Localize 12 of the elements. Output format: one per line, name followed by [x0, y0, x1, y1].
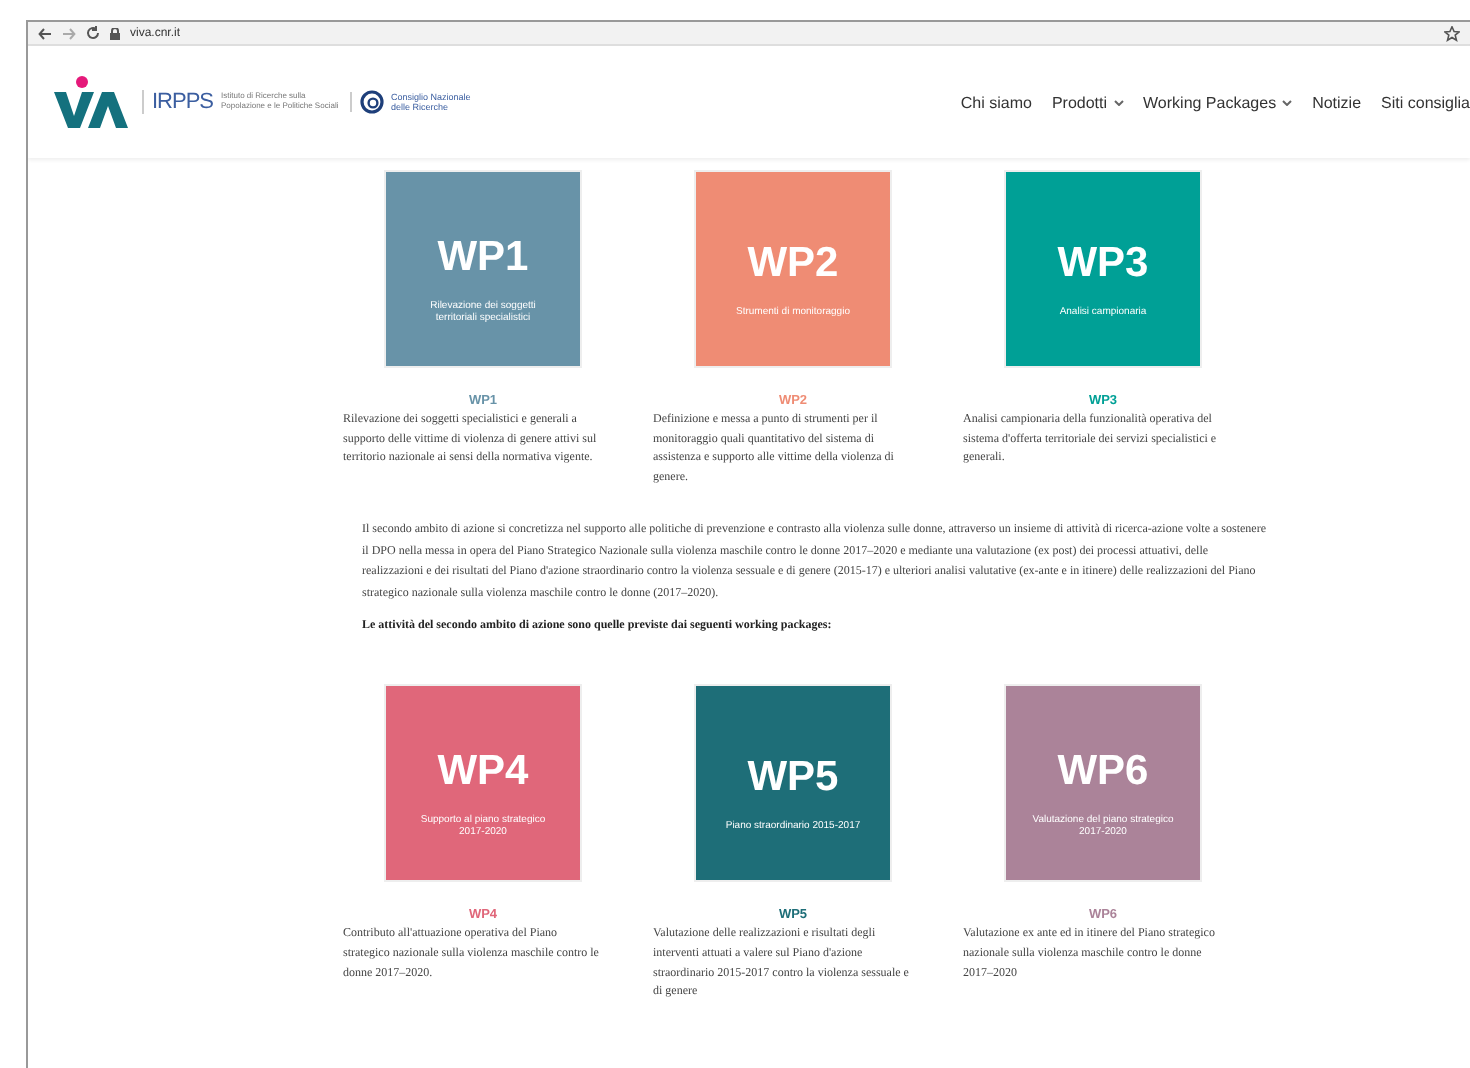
lock-icon [110, 27, 120, 39]
nav-link[interactable]: Notizie [1312, 93, 1362, 111]
cnr-logo-icon [359, 90, 384, 114]
viva-logo[interactable] [54, 74, 134, 130]
nav-link[interactable]: Siti consiglia [1381, 93, 1470, 111]
back-icon[interactable] [38, 27, 52, 39]
star-icon[interactable] [1444, 25, 1460, 41]
reload-icon[interactable] [86, 26, 100, 40]
nav-link[interactable]: Chi siamo [960, 93, 1032, 111]
nav-link[interactable]: Working Packages [1143, 93, 1293, 111]
nav-link[interactable]: Prodotti [1051, 93, 1124, 111]
irpps-logo: IRPPS [142, 90, 214, 114]
